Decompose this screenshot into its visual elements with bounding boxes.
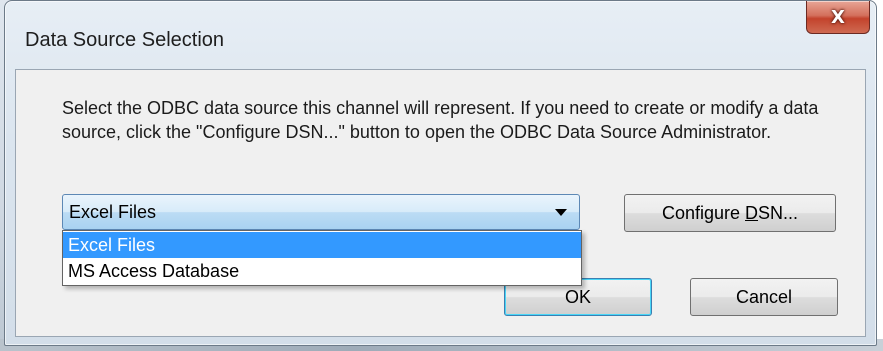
dropdown-arrow-icon[interactable] xyxy=(555,209,567,216)
dropdown-option-ms-access-database[interactable]: MS Access Database xyxy=(63,258,581,284)
dialog-window: Data Source Selection X Select the ODBC … xyxy=(4,0,877,346)
dropdown-option-excel-files[interactable]: Excel Files xyxy=(63,232,581,258)
configure-dsn-label-prefix: Configure xyxy=(661,202,746,223)
close-button[interactable]: X xyxy=(806,1,870,34)
window-title: Data Source Selection xyxy=(25,29,225,51)
configure-dsn-label-mnemonic: D xyxy=(745,202,759,223)
cancel-button[interactable]: Cancel xyxy=(690,278,838,316)
dialog-body: Select the ODBC data source this channel… xyxy=(15,69,866,337)
combobox-selected-value: Excel Files xyxy=(69,202,157,222)
cancel-button-label: Cancel xyxy=(735,286,793,307)
configure-dsn-button[interactable]: Configure D SN... xyxy=(624,194,836,232)
configure-dsn-label-suffix: SN... xyxy=(758,202,799,223)
data-source-combobox[interactable]: Excel Files xyxy=(62,194,580,230)
title-bar[interactable]: Data Source Selection X xyxy=(5,1,876,61)
ok-button-label: OK xyxy=(564,286,591,307)
close-icon: X xyxy=(831,6,845,28)
data-source-dropdown-list: Excel Files MS Access Database xyxy=(62,230,582,286)
description-text: Select the ODBC data source this channel… xyxy=(62,98,819,142)
